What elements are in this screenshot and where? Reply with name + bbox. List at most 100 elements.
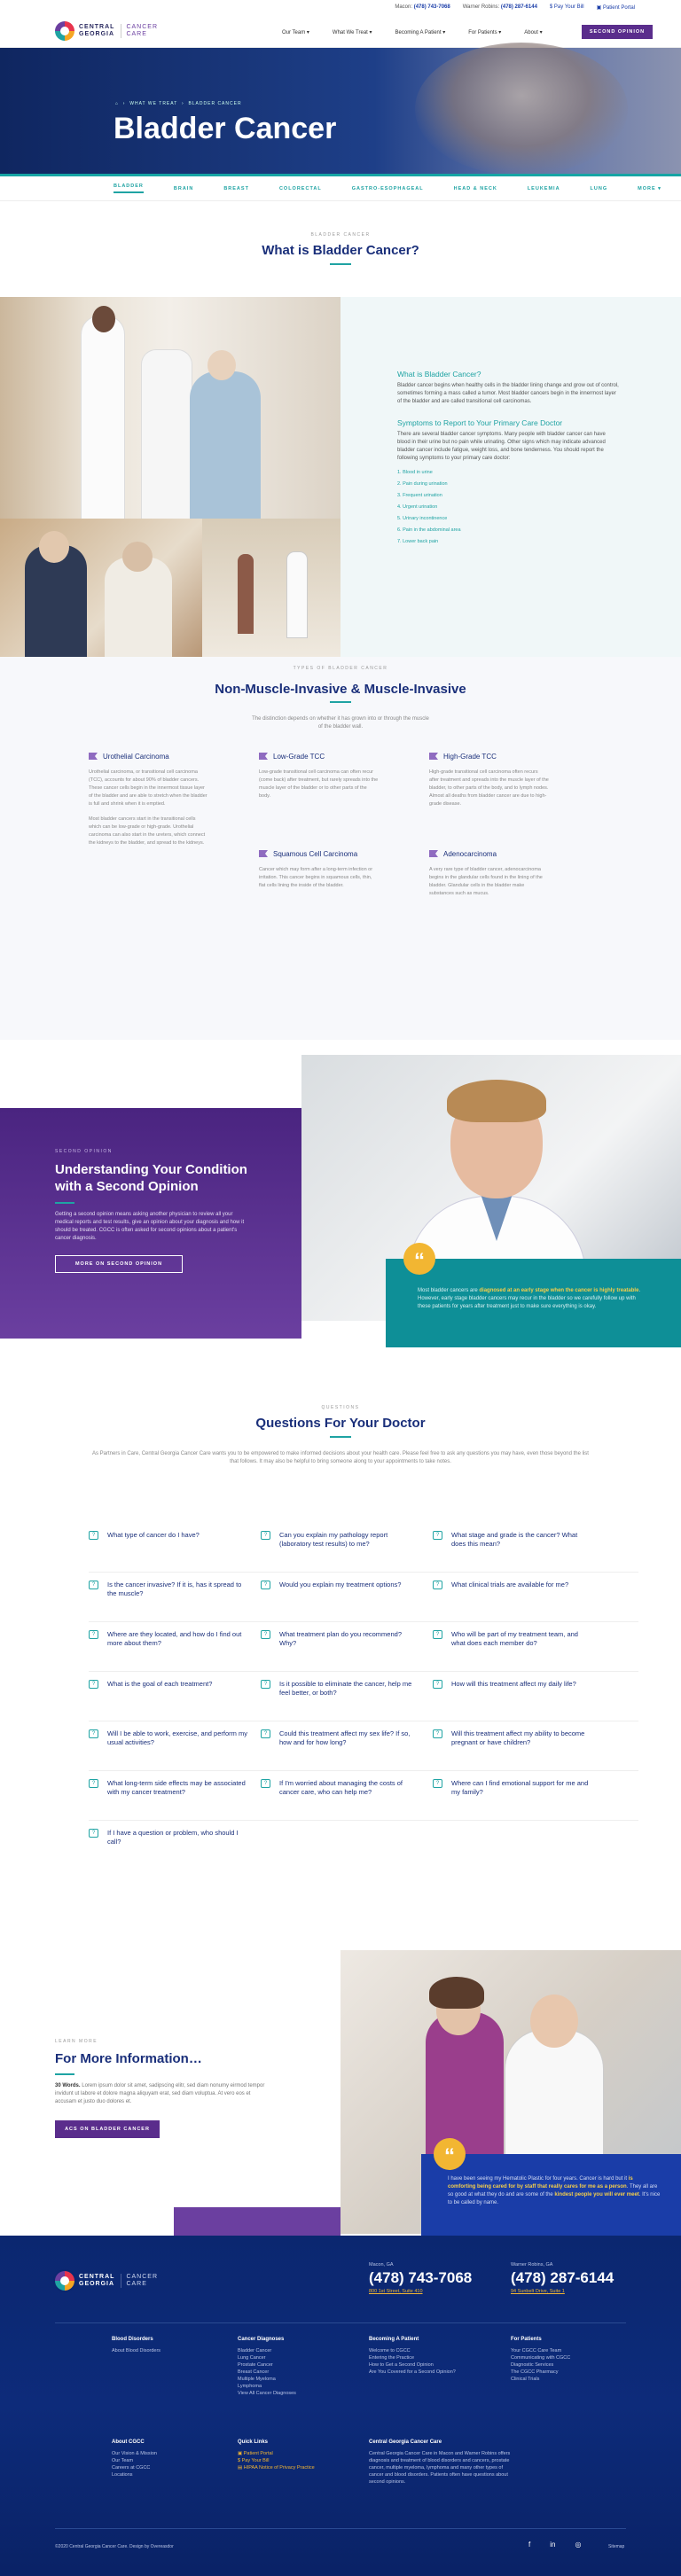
nav-item-our-team[interactable]: Our Team ▾ <box>282 29 309 35</box>
footer-link[interactable]: The CGCC Pharmacy <box>511 2369 570 2376</box>
footer-link-portal[interactable]: ▣ Patient Portal <box>238 2450 315 2457</box>
diagnosis-tabs: BLADDER BRAIN BREAST COLORECTAL GASTRO-E… <box>0 176 681 201</box>
quote-icon: “ <box>403 1243 435 1275</box>
hero-photo <box>415 43 628 176</box>
footer-col-about: About CGCC Our Vision & Mission Our Team… <box>112 2439 157 2478</box>
facebook-icon[interactable]: f <box>528 2541 530 2549</box>
tab-gastro-esophageal[interactable]: GASTRO-ESOPHAGEAL <box>352 186 424 191</box>
tab-lung[interactable]: LUNG <box>591 186 608 191</box>
footer-link[interactable]: Communicating with CGCC <box>511 2354 570 2361</box>
second-text: Getting a second opinion means asking an… <box>55 1212 245 1241</box>
second-title: Understanding Your Condition with a Seco… <box>55 1162 247 1194</box>
second-kicker: SECOND OPINION <box>55 1149 113 1154</box>
robins-address[interactable]: 94 Sunbelt Drive, Suite 1 <box>511 2289 614 2294</box>
questions-title: Questions For Your Doctor <box>255 1416 426 1431</box>
question-item: ? Could this treatment affect my sex life… <box>261 1729 420 1747</box>
footer-link[interactable]: Lymphoma <box>238 2383 296 2390</box>
footer-col-becoming: Becoming A Patient Welcome to CGCC Enter… <box>369 2337 456 2376</box>
footer-link[interactable]: Locations <box>112 2471 157 2478</box>
question-text: If I have a question or problem, who sho… <box>107 1829 239 1846</box>
what-is-content: What is Bladder Cancer? Bladder cancer b… <box>340 297 681 657</box>
question-text: Would you explain my treatment options? <box>279 1581 402 1589</box>
logo-text-2: GEORGIA <box>79 2281 115 2287</box>
footer-link-pay[interactable]: $ Pay Your Bill <box>238 2457 315 2464</box>
sitemap-link[interactable]: Sitemap <box>608 2544 624 2549</box>
home-icon[interactable]: ⌂ <box>115 101 119 106</box>
nav-item-for-patients[interactable]: For Patients ▾ <box>468 29 501 35</box>
nav-item-what-we-treat[interactable]: What We Treat ▾ <box>333 29 372 35</box>
instagram-icon[interactable]: ◎ <box>575 2541 581 2549</box>
info-title: For More Information… <box>55 2051 202 2066</box>
footer-link[interactable]: About Blood Disorders <box>112 2347 160 2354</box>
breadcrumb-what-we-treat[interactable]: WHAT WE TREAT <box>129 101 177 106</box>
footer-col-title: About CGCC <box>112 2439 145 2445</box>
footer-link[interactable]: Prostate Cancer <box>238 2361 296 2369</box>
main-nav: CENTRAL GEORGIA CANCER CARE Our Team ▾ Wha… <box>0 14 681 48</box>
footer-link[interactable]: Our Vision & Mission <box>112 2450 157 2457</box>
acs-bladder-button[interactable]: ACS ON BLADDER CANCER <box>55 2120 160 2138</box>
macon-phone[interactable]: Macon: (478) 743-7068 <box>395 4 450 10</box>
question-item: ? Would you explain my treatment options? <box>261 1581 420 1589</box>
footer-link[interactable]: Welcome to CGCC <box>369 2347 456 2354</box>
footer-link[interactable]: Our Team <box>112 2457 157 2464</box>
question-item: ? How will this treatment affect my daily… <box>433 1680 592 1689</box>
quote-text-part: Most bladder cancers are <box>418 1288 480 1293</box>
footer-logo[interactable]: CENTRAL GEORGIA CANCER CARE <box>55 2271 158 2291</box>
macon-phone[interactable]: (478) 743-7068 <box>369 2269 472 2287</box>
question-icon: ? <box>433 1531 442 1540</box>
question-icon: ? <box>89 1581 98 1589</box>
question-text: Where can I find emotional support for m… <box>451 1779 589 1796</box>
footer-link-hipaa[interactable]: ▤ HIPAA Notice of Privacy Practice <box>238 2464 315 2471</box>
footer-link[interactable]: Clinical Trials <box>511 2376 570 2383</box>
footer-link[interactable]: Are You Covered for a Second Opinion? <box>369 2369 456 2376</box>
second-opinion-button[interactable]: SECOND OPINION <box>582 25 653 39</box>
robins-phone[interactable]: Warner Robins: (478) 287-6144 <box>463 4 537 10</box>
tab-leukemia[interactable]: LEUKEMIA <box>528 186 560 191</box>
footer-col-quick: Quick Links ▣ Patient Portal $ Pay Your … <box>238 2439 315 2471</box>
question-text: Who will be part of my treatment team, a… <box>451 1630 578 1647</box>
robins-phone[interactable]: (478) 287-6144 <box>511 2269 614 2287</box>
nav-item-about[interactable]: About ▾ <box>524 29 542 35</box>
tab-more[interactable]: MORE ▾ <box>638 186 661 191</box>
footer-link[interactable]: View All Cancer Diagnoses <box>238 2390 296 2397</box>
nav-item-becoming-a-patient[interactable]: Becoming A Patient ▾ <box>395 29 446 35</box>
footer-link[interactable]: Diagnostic Services <box>511 2361 570 2369</box>
tab-bladder[interactable]: BLADDER <box>114 183 144 193</box>
info-words: 30 Words. <box>55 2083 81 2088</box>
type-card-adenocarcinoma: Adenocarcinoma A very rare type of bladd… <box>429 850 549 898</box>
footer: CENTRAL GEORGIA CANCER CARE Macon, GA (478… <box>0 2236 681 2576</box>
footer-link[interactable]: Breast Cancer <box>238 2369 296 2376</box>
pay-bill-link[interactable]: $ Pay Your Bill <box>550 4 584 10</box>
what-title: What is Bladder Cancer? <box>262 243 419 258</box>
footer-link[interactable]: Your CGCC Care Team <box>511 2347 570 2354</box>
footer-link[interactable]: Lung Cancer <box>238 2354 296 2361</box>
footer-col-title: For Patients <box>511 2337 542 2342</box>
footer-link[interactable]: How to Get a Second Opinion <box>369 2361 456 2369</box>
footer-link[interactable]: Bladder Cancer <box>238 2347 296 2354</box>
linkedin-icon[interactable]: in <box>550 2541 555 2549</box>
tab-breast[interactable]: BREAST <box>223 186 249 191</box>
question-item: ? Where can I find emotional support for … <box>433 1779 592 1797</box>
logo[interactable]: CENTRAL GEORGIA CANCER CARE <box>55 21 158 41</box>
patient-portal-link[interactable]: ▣ Patient Portal <box>597 4 635 11</box>
list-item: 4. Urgent urination <box>397 504 438 510</box>
macon-address[interactable]: 800 1st Street, Suite 410 <box>369 2289 472 2294</box>
question-item: ? Can you explain my pathology report (la… <box>261 1531 420 1549</box>
page-title: Bladder Cancer <box>114 112 337 145</box>
footer-link[interactable]: Entering the Practice <box>369 2354 456 2361</box>
list-item: 2. Pain during urination <box>397 481 448 487</box>
question-text: What clinical trials are available for m… <box>451 1581 569 1589</box>
ribbon-icon <box>259 753 268 760</box>
footer-link[interactable]: Careers at CGCC <box>112 2464 157 2471</box>
tab-head-neck[interactable]: HEAD & NECK <box>454 186 497 191</box>
logo-text-2: GEORGIA <box>79 31 115 37</box>
question-icon: ? <box>89 1829 98 1838</box>
divider <box>55 2073 74 2075</box>
footer-link[interactable]: Multiple Myeloma <box>238 2376 296 2383</box>
question-row-divider <box>89 1820 638 1821</box>
tab-brain[interactable]: BRAIN <box>174 186 193 191</box>
question-row-divider <box>89 1671 638 1672</box>
tab-colorectal[interactable]: COLORECTAL <box>279 186 322 191</box>
footer-col-title: Cancer Diagnoses <box>238 2337 285 2342</box>
more-second-opinion-button[interactable]: MORE ON SECOND OPINION <box>55 1255 183 1273</box>
